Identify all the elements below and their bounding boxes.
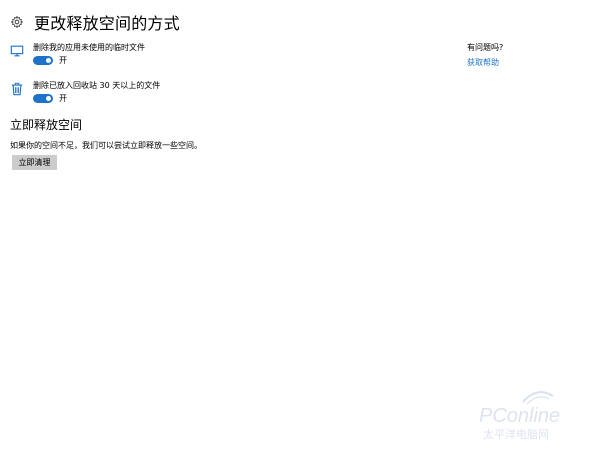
recycle-bin-toggle[interactable] bbox=[33, 94, 53, 103]
free-space-title: 立即释放空间 bbox=[10, 118, 83, 132]
setting-temp-files-label: 删除我的应用未使用的临时文件 bbox=[33, 43, 145, 52]
clean-now-button[interactable]: 立即清理 bbox=[12, 155, 57, 170]
setting-recycle-bin: 删除已放入回收站 30 天以上的文件 开 bbox=[10, 80, 160, 103]
setting-recycle-bin-label: 删除已放入回收站 30 天以上的文件 bbox=[33, 81, 161, 90]
free-space-description: 如果你的空间不足，我们可以尝试立即释放一些空间。 bbox=[10, 141, 202, 150]
trash-icon bbox=[11, 82, 23, 96]
monitor-icon bbox=[10, 45, 24, 57]
get-help-link[interactable]: 获取帮助 bbox=[467, 57, 503, 68]
gear-icon bbox=[11, 16, 23, 28]
page-title: 更改释放空间的方式 bbox=[34, 14, 180, 33]
temp-files-toggle-state: 开 bbox=[59, 56, 67, 65]
pconline-watermark-logo: PConline 太平洋电脑网 bbox=[479, 391, 560, 441]
temp-files-toggle[interactable] bbox=[33, 56, 53, 65]
help-title: 有问题吗? bbox=[467, 43, 504, 52]
watermark-subtitle: 太平洋电脑网 bbox=[483, 427, 549, 441]
watermark-brand: PConline bbox=[479, 405, 560, 427]
recycle-bin-toggle-state: 开 bbox=[59, 94, 67, 103]
help-panel: 有问题吗? 获取帮助 bbox=[467, 42, 503, 68]
setting-temp-files: 删除我的应用未使用的临时文件 开 bbox=[10, 42, 145, 65]
page-header: 更改释放空间的方式 bbox=[10, 10, 180, 34]
